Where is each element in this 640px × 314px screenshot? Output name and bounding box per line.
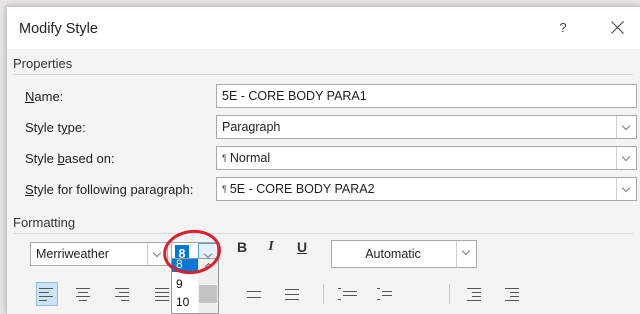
align-center-icon[interactable] xyxy=(76,288,92,302)
style-based-on-dropdown[interactable]: ¶ Normal xyxy=(216,146,637,170)
style-following-label: Style for following paragraph: xyxy=(25,182,193,197)
chevron-down-icon[interactable] xyxy=(616,147,636,169)
name-field[interactable]: 5E - CORE BODY PARA1 xyxy=(216,84,637,108)
formatting-divider xyxy=(13,233,633,234)
toolbar-separator xyxy=(323,284,324,304)
align-right-icon[interactable] xyxy=(115,288,131,302)
properties-divider xyxy=(13,74,633,75)
chevron-down-icon[interactable] xyxy=(616,116,636,138)
dialog-title: Modify Style xyxy=(19,21,98,37)
scroll-thumb[interactable] xyxy=(199,285,217,303)
line-spacing-single-icon[interactable] xyxy=(247,288,263,300)
decrease-indent-icon[interactable] xyxy=(467,288,483,302)
increase-indent-icon[interactable] xyxy=(505,288,521,302)
properties-section-label: Properties xyxy=(13,56,73,71)
name-label: Name: xyxy=(25,89,63,104)
line-spacing-double-icon[interactable] xyxy=(285,288,301,301)
chevron-down-icon[interactable] xyxy=(456,241,476,267)
underline-button[interactable]: U xyxy=(293,239,311,255)
bold-button[interactable]: B xyxy=(233,239,251,255)
style-type-dropdown[interactable]: Paragraph xyxy=(216,115,637,139)
font-size-option[interactable]: 10 xyxy=(176,295,189,309)
decrease-spacing-icon[interactable] xyxy=(377,288,393,301)
style-type-label-text-end: pe: xyxy=(67,120,86,135)
toolbar-separator xyxy=(449,284,450,304)
style-type-label-text: Style t xyxy=(25,120,62,135)
formatting-section-label: Formatting xyxy=(13,215,76,230)
font-size-option[interactable]: 9 xyxy=(176,277,183,291)
style-following-dropdown[interactable]: ¶ 5E - CORE BODY PARA2 xyxy=(216,177,637,201)
chevron-down-icon[interactable] xyxy=(616,178,636,200)
style-following-label-text-end: tyle for following paragraph: xyxy=(33,182,194,197)
style-based-on-label-text-end: ased on: xyxy=(64,151,115,166)
italic-button[interactable]: I xyxy=(262,239,280,255)
font-name-dropdown[interactable]: Merriweather xyxy=(30,242,168,266)
style-type-label: Style type: xyxy=(25,120,86,135)
font-name-value: Merriweather xyxy=(36,247,109,261)
style-based-on-label: Style based on: xyxy=(25,151,115,166)
font-color-dropdown[interactable]: Automatic xyxy=(331,240,477,268)
font-color-value: Automatic xyxy=(365,247,421,261)
paragraph-mark-icon: ¶ xyxy=(222,184,227,194)
close-icon[interactable] xyxy=(607,17,629,39)
title-bar: Modify Style ? xyxy=(7,7,640,49)
style-following-label-accel: S xyxy=(25,182,34,197)
style-based-on-value: Normal xyxy=(229,151,271,165)
name-label-accel: N xyxy=(25,89,35,104)
increase-spacing-icon[interactable] xyxy=(338,288,357,301)
name-label-text-end: ame: xyxy=(34,89,64,104)
paragraph-mark-icon: ¶ xyxy=(222,153,227,163)
help-button[interactable]: ? xyxy=(553,20,573,38)
align-left-icon xyxy=(39,288,55,302)
justify-icon[interactable] xyxy=(155,288,171,302)
style-type-value: Paragraph xyxy=(222,120,281,134)
style-based-on-label-text: Style xyxy=(25,151,58,166)
style-following-value: 5E - CORE BODY PARA2 xyxy=(229,182,375,196)
style-based-on-label-accel: b xyxy=(57,151,65,166)
